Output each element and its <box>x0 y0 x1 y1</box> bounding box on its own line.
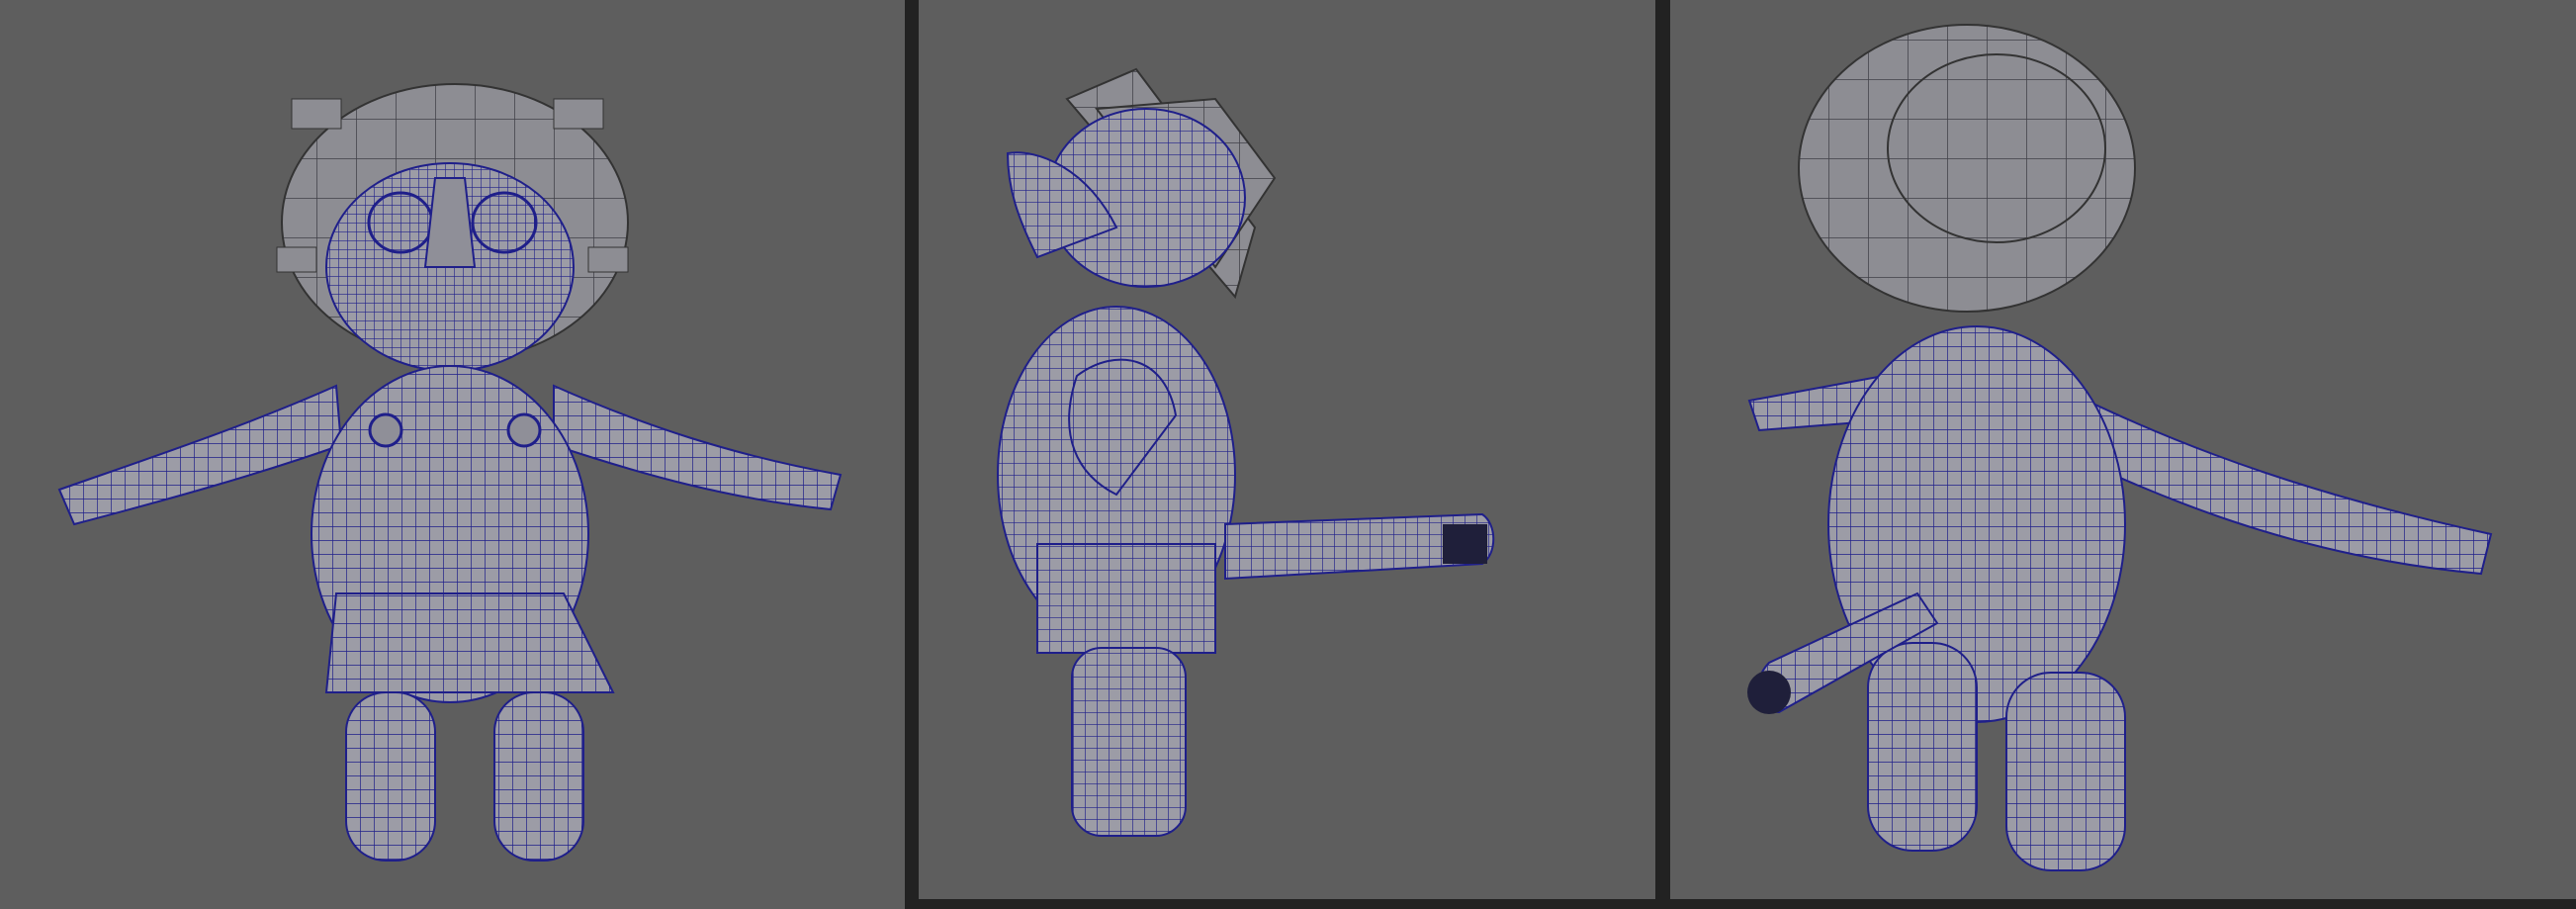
front-view-canvas <box>57 83 843 862</box>
character-front-mesh <box>57 83 843 862</box>
hat-spike <box>553 98 604 130</box>
character-perspective-mesh <box>1747 24 2493 871</box>
hat-spike <box>291 98 342 130</box>
character-side-mesh <box>997 67 1495 837</box>
perspective-view-canvas <box>1747 24 2493 871</box>
front-viewport[interactable] <box>0 0 905 909</box>
side-viewport[interactable] <box>919 0 1655 899</box>
hat-spike <box>276 246 317 273</box>
modeling-workspace <box>0 0 2576 909</box>
side-view-canvas <box>997 67 1495 837</box>
hat-spike <box>587 246 629 273</box>
perspective-viewport[interactable] <box>1670 0 2576 899</box>
